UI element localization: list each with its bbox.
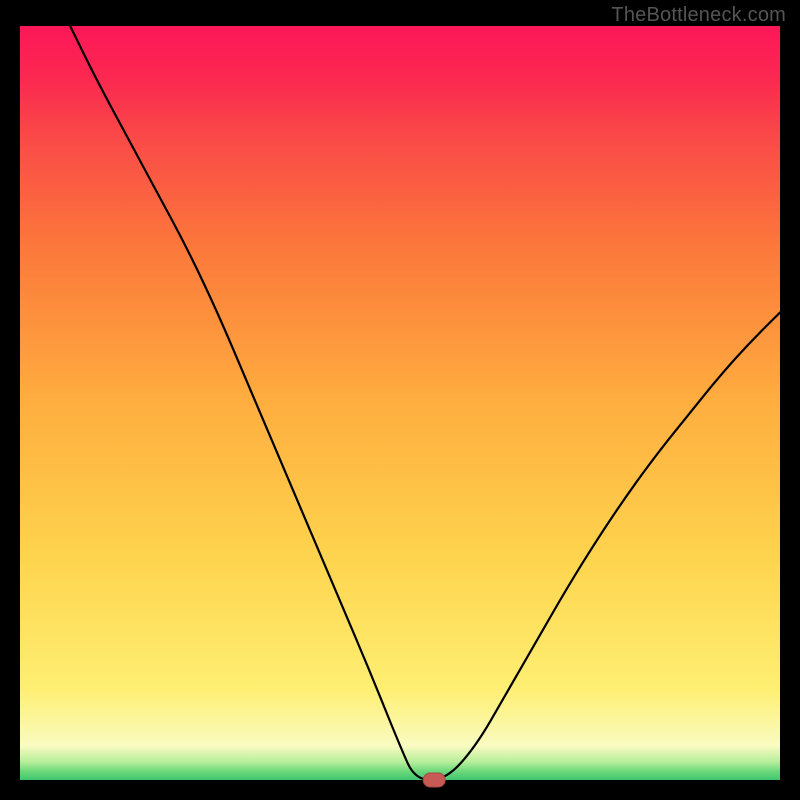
bottleneck-chart [0,0,800,800]
watermark-text: TheBottleneck.com [611,4,786,27]
optimal-marker [423,773,445,787]
chart-frame: TheBottleneck.com [0,0,800,800]
plot-area [20,26,780,787]
gradient-background [20,26,780,780]
